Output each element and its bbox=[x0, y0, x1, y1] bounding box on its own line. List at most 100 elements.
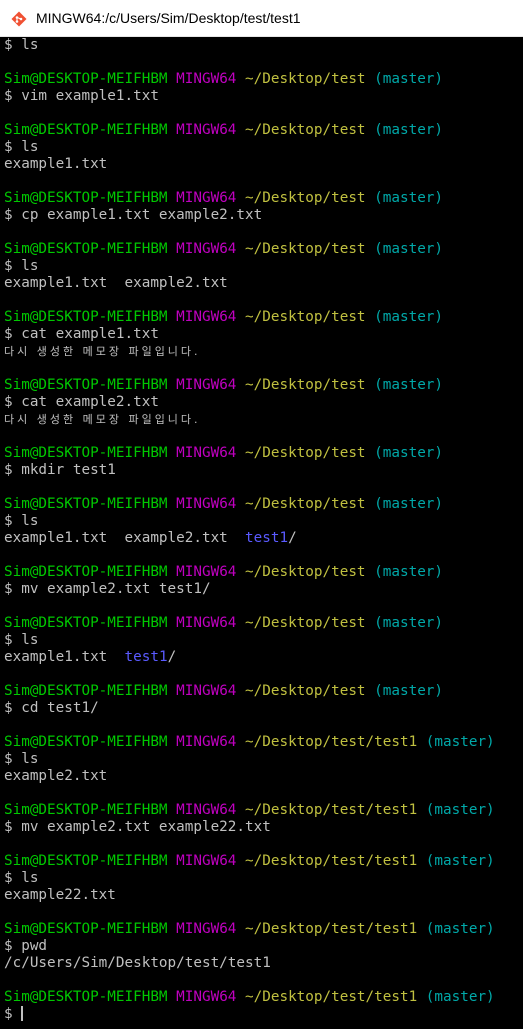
command-text: $ pwd bbox=[4, 938, 48, 954]
prompt-host: MINGW64 bbox=[176, 853, 237, 869]
prompt-path: ~/Desktop/test bbox=[245, 683, 366, 699]
prompt-line: Sim@DESKTOP-MEIFHBM MINGW64 ~/Desktop/te… bbox=[4, 802, 523, 819]
input-line[interactable]: $ bbox=[4, 1006, 523, 1023]
prompt-host: MINGW64 bbox=[176, 496, 237, 512]
window-title: MINGW64:/c/Users/Sim/Desktop/test/test1 bbox=[36, 10, 301, 26]
prompt-path: ~/Desktop/test bbox=[245, 564, 366, 580]
prompt-branch: (master) bbox=[374, 122, 444, 138]
command-line: $ mkdir test1 bbox=[4, 462, 523, 479]
title-bar[interactable]: MINGW64:/c/Users/Sim/Desktop/test/test1 bbox=[0, 0, 523, 37]
prompt-user: Sim@DESKTOP-MEIFHBM bbox=[4, 445, 168, 461]
prompt-host: MINGW64 bbox=[176, 122, 237, 138]
prompt-path: ~/Desktop/test bbox=[245, 190, 366, 206]
output-line: example2.txt bbox=[4, 768, 523, 785]
prompt-path: ~/Desktop/test bbox=[245, 122, 366, 138]
prompt-host: MINGW64 bbox=[176, 190, 237, 206]
prompt-branch: (master) bbox=[374, 496, 444, 512]
command-text: $ ls bbox=[4, 258, 39, 274]
prompt-branch: (master) bbox=[425, 802, 495, 818]
prompt-user: Sim@DESKTOP-MEIFHBM bbox=[4, 377, 168, 393]
prompt-host: MINGW64 bbox=[176, 445, 237, 461]
output-text: example1.txt example2.txt bbox=[4, 275, 228, 291]
command-line: $ ls bbox=[4, 870, 523, 887]
prompt-line: Sim@DESKTOP-MEIFHBM MINGW64 ~/Desktop/te… bbox=[4, 377, 523, 394]
command-line: $ mv example2.txt test1/ bbox=[4, 581, 523, 598]
prompt-host: MINGW64 bbox=[176, 683, 237, 699]
prompt-path: ~/Desktop/test bbox=[245, 377, 366, 393]
prompt-branch: (master) bbox=[374, 71, 444, 87]
prompt-user: Sim@DESKTOP-MEIFHBM bbox=[4, 734, 168, 750]
prompt-host: MINGW64 bbox=[176, 377, 237, 393]
terminal-output[interactable]: $ ls Sim@DESKTOP-MEIFHBM MINGW64 ~/Deskto… bbox=[4, 37, 523, 1029]
prompt-host: MINGW64 bbox=[176, 564, 237, 580]
command-line: $ cat example1.txt bbox=[4, 326, 523, 343]
command-text: $ cat example2.txt bbox=[4, 394, 159, 410]
command-line: $ ls bbox=[4, 632, 523, 649]
terminal-window: MINGW64:/c/Users/Sim/Desktop/test/test1 … bbox=[0, 0, 523, 1029]
output-line: /c/Users/Sim/Desktop/test/test1 bbox=[4, 955, 523, 972]
prompt-path: ~/Desktop/test bbox=[245, 496, 366, 512]
prompt-path: ~/Desktop/test/test1 bbox=[245, 802, 418, 818]
command-line: $ ls bbox=[4, 751, 523, 768]
command-line: $ mv example2.txt example22.txt bbox=[4, 819, 523, 836]
output-text: example1.txt example2.txt bbox=[4, 530, 246, 546]
prompt-host: MINGW64 bbox=[176, 309, 237, 325]
command-line: $ cat example2.txt bbox=[4, 394, 523, 411]
command-text: $ mv example2.txt test1/ bbox=[4, 581, 211, 597]
output-text: example2.txt bbox=[4, 768, 108, 784]
prompt-line: Sim@DESKTOP-MEIFHBM MINGW64 ~/Desktop/te… bbox=[4, 734, 523, 751]
output-line: example22.txt bbox=[4, 887, 523, 904]
prompt-path: ~/Desktop/test/test1 bbox=[245, 921, 418, 937]
prompt-branch: (master) bbox=[425, 989, 495, 1005]
command-text: $ ls bbox=[4, 632, 39, 648]
command-text: $ ls bbox=[4, 139, 39, 155]
output-text: 다시 생성한 메모장 파일입니다. bbox=[4, 345, 201, 358]
prompt-user: Sim@DESKTOP-MEIFHBM bbox=[4, 122, 168, 138]
prompt-user: Sim@DESKTOP-MEIFHBM bbox=[4, 802, 168, 818]
prompt-line: Sim@DESKTOP-MEIFHBM MINGW64 ~/Desktop/te… bbox=[4, 853, 523, 870]
prompt-path: ~/Desktop/test bbox=[245, 445, 366, 461]
command-text: $ ls bbox=[4, 751, 39, 767]
prompt-host: MINGW64 bbox=[176, 615, 237, 631]
prompt-host: MINGW64 bbox=[176, 802, 237, 818]
output-text: /c/Users/Sim/Desktop/test/test1 bbox=[4, 955, 271, 971]
prompt-path: ~/Desktop/test bbox=[245, 71, 366, 87]
command-line: $ pwd bbox=[4, 938, 523, 955]
directory-suffix: / bbox=[167, 649, 177, 665]
prompt-user: Sim@DESKTOP-MEIFHBM bbox=[4, 921, 168, 937]
command-text: $ cp example1.txt example2.txt bbox=[4, 207, 263, 223]
command-text: $ vim example1.txt bbox=[4, 88, 159, 104]
prompt-path: ~/Desktop/test/test1 bbox=[245, 734, 418, 750]
command-text: $ cd test1/ bbox=[4, 700, 99, 716]
output-text: example1.txt bbox=[4, 156, 108, 172]
prompt-path: ~/Desktop/test bbox=[245, 309, 366, 325]
prompt-line: Sim@DESKTOP-MEIFHBM MINGW64 ~/Desktop/te… bbox=[4, 496, 523, 513]
directory-suffix: / bbox=[288, 530, 297, 546]
input-prompt: $ bbox=[4, 1006, 22, 1022]
command-text: $ ls bbox=[4, 870, 39, 886]
prompt-host: MINGW64 bbox=[176, 921, 237, 937]
prompt-line: Sim@DESKTOP-MEIFHBM MINGW64 ~/Desktop/te… bbox=[4, 309, 523, 326]
prompt-user: Sim@DESKTOP-MEIFHBM bbox=[4, 309, 168, 325]
command-line: $ cd test1/ bbox=[4, 700, 523, 717]
prompt-line: Sim@DESKTOP-MEIFHBM MINGW64 ~/Desktop/te… bbox=[4, 445, 523, 462]
output-line: example1.txt test1/ bbox=[4, 649, 523, 666]
prompt-branch: (master) bbox=[374, 615, 444, 631]
prompt-branch: (master) bbox=[374, 445, 444, 461]
prompt-host: MINGW64 bbox=[176, 989, 237, 1005]
prompt-path: ~/Desktop/test/test1 bbox=[245, 989, 418, 1005]
prompt-line: Sim@DESKTOP-MEIFHBM MINGW64 ~/Desktop/te… bbox=[4, 683, 523, 700]
prompt-user: Sim@DESKTOP-MEIFHBM bbox=[4, 989, 168, 1005]
output-line: 다시 생성한 메모장 파일입니다. bbox=[4, 343, 523, 360]
